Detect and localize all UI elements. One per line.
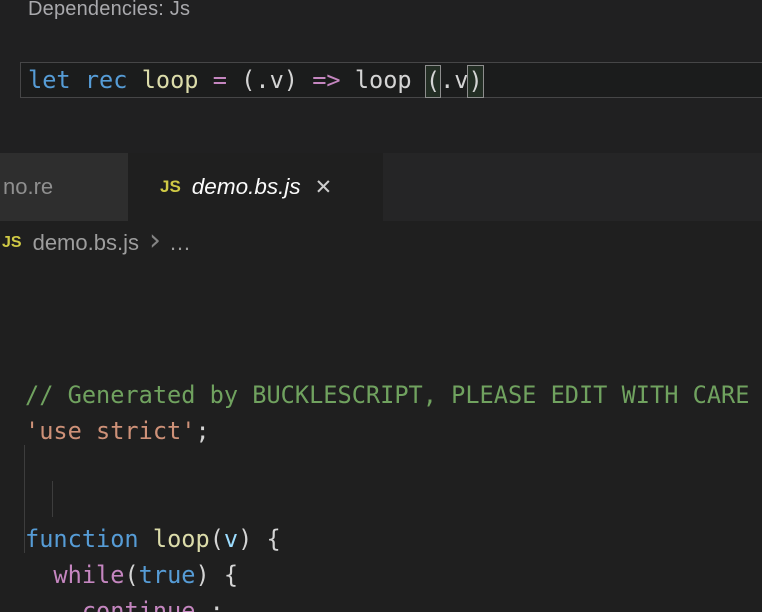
code-token: loop <box>153 525 210 553</box>
code-token: let <box>28 66 71 94</box>
code-token: ; <box>195 597 223 612</box>
code-token: = <box>213 66 227 94</box>
tab-label: no.re <box>3 174 53 200</box>
code-token: => <box>312 66 340 94</box>
code-token: (.v) <box>227 66 312 94</box>
bracket-match: ) <box>468 66 482 97</box>
code-token: loop <box>142 66 199 94</box>
indent-guide <box>52 481 53 517</box>
code-token: while <box>53 561 124 589</box>
breadcrumb: JS demo.bs.js › … <box>0 221 762 265</box>
chevron-right-icon: › <box>149 226 161 256</box>
code-token: .v <box>440 66 468 94</box>
code-token: // Generated by BUCKLESCRIPT, PLEASE EDI… <box>25 381 749 409</box>
tab-label: demo.bs.js <box>192 174 301 200</box>
code-token: ; <box>195 417 209 445</box>
hover-code-block: let rec loop = (.v) => loop (.v) <box>20 62 762 98</box>
vscode-window: Dependencies: Js let rec loop = (.v) => … <box>0 0 762 612</box>
code-token <box>127 66 141 94</box>
code-token: ( <box>124 561 138 589</box>
code-line <box>0 449 762 485</box>
bracket-match: ( <box>426 66 440 97</box>
code-token <box>199 66 213 94</box>
code-line: while(true) { <box>0 557 762 593</box>
breadcrumb-file[interactable]: demo.bs.js <box>33 230 139 256</box>
code-token: ( <box>210 525 224 553</box>
code-token: 'use strict' <box>25 417 195 445</box>
code-token <box>71 66 85 94</box>
code-token: rec <box>85 66 128 94</box>
code-token: loop <box>341 66 426 94</box>
javascript-file-icon: JS <box>2 234 22 252</box>
hover-title: Dependencies: Js <box>28 0 190 21</box>
tab-demo-bs-js[interactable]: JS demo.bs.js ✕ <box>128 153 383 221</box>
editor-pane[interactable]: // Generated by BUCKLESCRIPT, PLEASE EDI… <box>0 265 762 612</box>
code-line: continue ; <box>0 593 762 612</box>
close-icon[interactable]: ✕ <box>315 177 333 198</box>
indent-guide <box>24 445 25 553</box>
hover-panel: Dependencies: Js let rec loop = (.v) => … <box>0 0 762 153</box>
code-line: 'use strict'; <box>0 413 762 449</box>
code-token <box>139 525 153 553</box>
tab-demo-re[interactable]: no.re <box>0 153 128 221</box>
code-token <box>25 561 53 589</box>
code-token: continue <box>82 597 196 612</box>
code-token: function <box>25 525 139 553</box>
code-token <box>25 597 82 612</box>
code-token: v <box>224 525 238 553</box>
code-line: // Generated by BUCKLESCRIPT, PLEASE EDI… <box>0 377 762 413</box>
code-line: let rec loop = (.v) => loop (.v) <box>21 63 762 97</box>
code-token: ) { <box>196 561 239 589</box>
javascript-file-icon: JS <box>160 177 181 197</box>
code-line: function loop(v) { <box>0 521 762 557</box>
tab-bar: no.re JS demo.bs.js ✕ <box>0 153 762 221</box>
code-line <box>0 485 762 521</box>
breadcrumb-symbol-ellipsis[interactable]: … <box>169 230 191 256</box>
code-token: ) { <box>238 525 281 553</box>
code-token: true <box>139 561 196 589</box>
